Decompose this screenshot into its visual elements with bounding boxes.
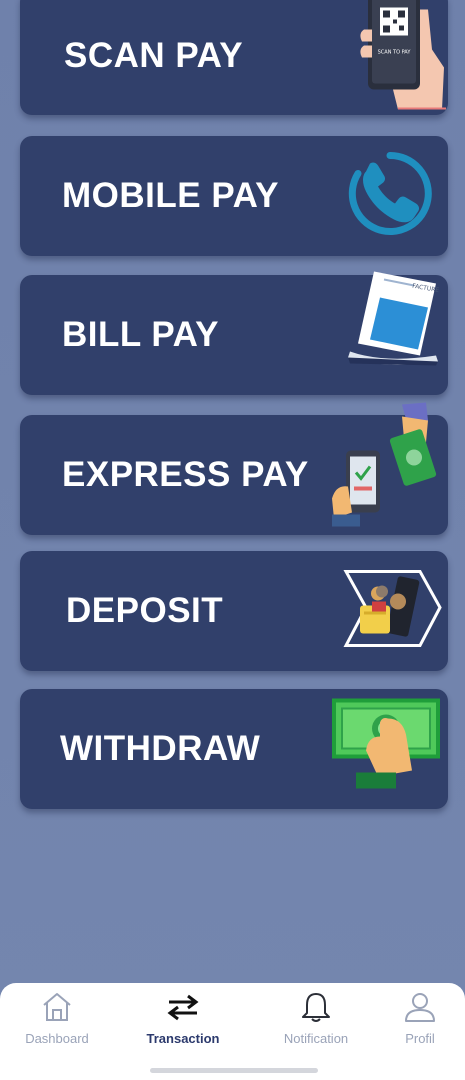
nav-label-notification: Notification	[283, 1031, 349, 1046]
express-pay-button[interactable]: EXPRESS PAY	[20, 402, 448, 535]
invoice-icon: FACTURE	[344, 268, 444, 373]
nav-item-notification[interactable]: Notification	[261, 991, 371, 1046]
transaction-screen: SCAN PAY SCAN TO PAY MOBILE PAY BILL PAY…	[0, 0, 465, 1080]
nav-item-transaction[interactable]: Transaction	[128, 991, 238, 1046]
bill-pay-label: BILL PAY	[62, 315, 220, 354]
nav-item-profil[interactable]: Profil	[365, 991, 465, 1046]
scan-to-pay-text: SCAN TO PAY	[378, 50, 412, 56]
bill-pay-button[interactable]: BILL PAY FACTURE	[20, 271, 448, 395]
withdraw-label: WITHDRAW	[60, 729, 261, 768]
wallet-deposit-icon	[342, 568, 442, 655]
transfer-arrows-icon	[167, 994, 199, 1021]
nav-label-transaction: Transaction	[146, 1031, 220, 1046]
deposit-label: DEPOSIT	[66, 591, 224, 630]
home-icon	[43, 993, 71, 1021]
phone-cash-icon	[332, 402, 444, 532]
nav-label-dashboard: Dashboard	[25, 1031, 89, 1046]
nav-label-profil: Profil	[405, 1031, 435, 1046]
bottom-navigation-bar: Dashboard Transaction Notification Profi…	[0, 983, 465, 1080]
user-icon	[405, 993, 435, 1022]
deposit-button[interactable]: DEPOSIT	[20, 551, 448, 671]
mobile-pay-button[interactable]: MOBILE PAY	[20, 136, 448, 256]
cash-withdraw-icon	[332, 689, 442, 794]
scan-pay-button[interactable]: SCAN PAY SCAN TO PAY	[20, 0, 448, 115]
qr-phone-icon: SCAN TO PAY	[358, 0, 448, 115]
nav-item-dashboard[interactable]: Dashboard	[2, 991, 112, 1046]
bell-icon	[302, 993, 330, 1022]
express-pay-label: EXPRESS PAY	[62, 455, 309, 494]
withdraw-button[interactable]: WITHDRAW	[20, 689, 448, 809]
scan-pay-label: SCAN PAY	[64, 36, 244, 75]
mobile-pay-label: MOBILE PAY	[62, 176, 279, 215]
phone-call-icon	[348, 151, 432, 241]
home-indicator[interactable]	[150, 1068, 318, 1073]
